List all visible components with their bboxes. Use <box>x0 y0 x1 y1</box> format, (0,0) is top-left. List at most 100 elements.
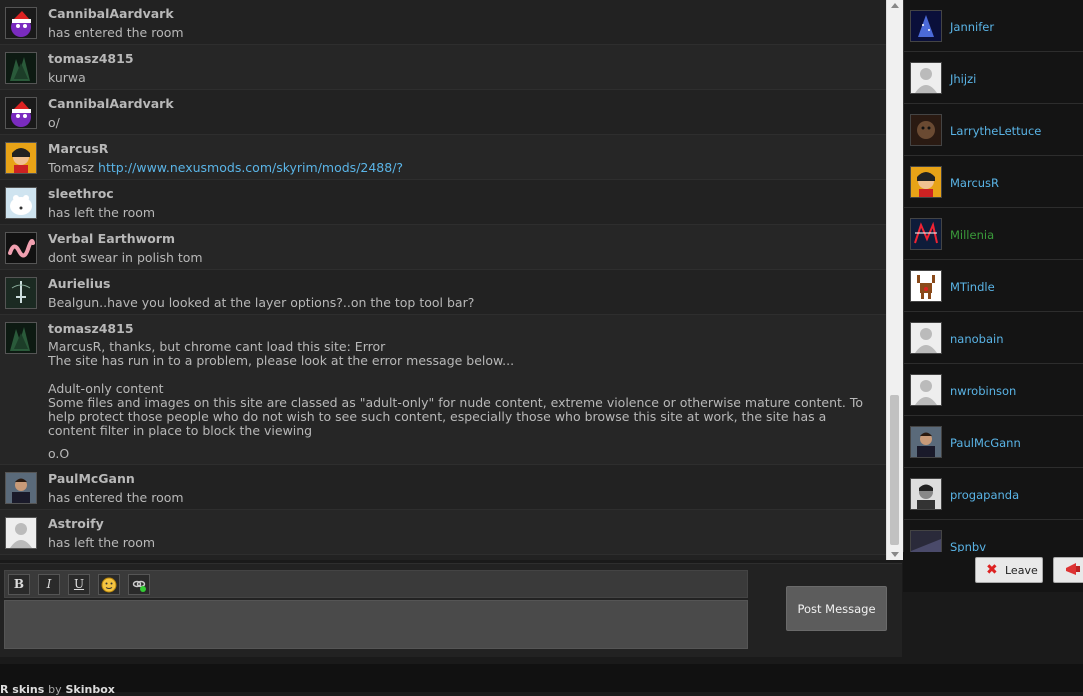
message-text: Tomasz http://www.nexusmods.com/skyrim/m… <box>48 160 886 175</box>
leave-button[interactable]: ✖ Leave <box>975 557 1043 583</box>
message-text-followup: o.O <box>48 446 70 461</box>
message-input[interactable] <box>4 600 748 649</box>
message-text: has entered the room <box>48 25 184 40</box>
worm-avatar[interactable] <box>5 232 37 264</box>
user-list-item[interactable]: MarcusR <box>904 156 1083 208</box>
footer-credit: R skins by Skinbox <box>0 683 115 696</box>
megaphone-icon <box>1066 563 1080 575</box>
dark-avatar <box>910 530 942 552</box>
dark-tree-avatar[interactable] <box>5 322 37 354</box>
chat-message: Aurielius Bealgun..have you looked at th… <box>0 270 886 315</box>
default-avatar <box>910 322 942 354</box>
dark-tree-avatar[interactable] <box>5 52 37 84</box>
message-text: has left the room <box>48 535 156 550</box>
link-icon <box>132 580 146 592</box>
compose-area: B I U Post Message <box>0 563 902 657</box>
message-text: has entered the room <box>48 490 184 505</box>
reindeer-avatar <box>910 270 942 302</box>
chat-message: tomasz4815 kurwa <box>0 45 886 90</box>
chat-messages-panel[interactable]: CannibalAardvark has entered the room to… <box>0 0 886 560</box>
message-author[interactable]: tomasz4815 <box>48 51 886 67</box>
message-author[interactable]: Astroify <box>48 516 886 532</box>
message-author[interactable]: tomasz4815 <box>48 321 886 337</box>
user-name[interactable]: progapanda <box>950 488 1019 502</box>
user-name[interactable]: nwrobinson <box>950 384 1016 398</box>
message-text: Bealgun..have you looked at the layer op… <box>48 295 475 310</box>
user-list-item[interactable]: nwrobinson <box>904 364 1083 416</box>
message-author[interactable]: CannibalAardvark <box>48 6 886 22</box>
user-name[interactable]: Millenia <box>950 228 994 242</box>
user-name[interactable]: Spnbv <box>950 540 986 552</box>
man-photo-avatar <box>910 426 942 458</box>
cartoon-face-avatar[interactable] <box>5 142 37 174</box>
user-list-item[interactable]: progapanda <box>904 468 1083 520</box>
message-author[interactable]: sleethroc <box>48 186 886 202</box>
scroll-down-arrow-icon[interactable] <box>891 552 899 557</box>
user-name[interactable]: nanobain <box>950 332 1004 346</box>
message-author[interactable]: MarcusR <box>48 141 886 157</box>
chat-message: Astroify has left the room <box>0 510 886 555</box>
scroll-up-arrow-icon[interactable] <box>891 3 899 8</box>
user-list-item[interactable]: Millenia <box>904 208 1083 260</box>
message-author[interactable]: CannibalAardvark <box>48 96 886 112</box>
post-message-button[interactable]: Post Message <box>786 586 887 631</box>
user-list-item[interactable]: PaulMcGann <box>904 416 1083 468</box>
user-list-item[interactable]: MTindle <box>904 260 1083 312</box>
chat-message: PaulMcGann has entered the room <box>0 465 886 510</box>
default-avatar <box>910 62 942 94</box>
user-name[interactable]: PaulMcGann <box>950 436 1021 450</box>
emoticon-button[interactable] <box>98 574 120 595</box>
megaphone-button[interactable] <box>1053 557 1083 583</box>
default-avatar <box>910 374 942 406</box>
purple-santa-avatar[interactable] <box>5 7 37 39</box>
bw-portrait-avatar <box>910 478 942 510</box>
user-list-item[interactable]: Jannifer <box>904 0 1083 52</box>
cartoon-face-avatar <box>910 166 942 198</box>
formatting-toolbar: B I U <box>4 570 748 598</box>
message-author[interactable]: Verbal Earthworm <box>48 231 886 247</box>
message-text: MarcusR, thanks, but chrome cant load th… <box>48 339 864 438</box>
user-name[interactable]: MarcusR <box>950 176 999 190</box>
user-list-item[interactable]: LarrytheLettuce <box>904 104 1083 156</box>
user-list-sidebar: Jannifer Jhijzi LarrytheLettuce MarcusR … <box>903 0 1083 552</box>
footer: R skins by Skinbox <box>0 664 1083 696</box>
bold-button[interactable]: B <box>8 574 30 595</box>
user-name[interactable]: Jhijzi <box>950 72 976 86</box>
polar-bear-avatar[interactable] <box>5 187 37 219</box>
message-text: o/ <box>48 115 60 130</box>
message-author[interactable]: PaulMcGann <box>48 471 886 487</box>
default-avatar[interactable] <box>5 517 37 549</box>
close-icon: ✖ <box>986 562 998 578</box>
sword-emblem-avatar[interactable] <box>5 277 37 309</box>
footer-author-link[interactable]: Skinbox <box>66 683 115 696</box>
user-list-item[interactable]: nanobain <box>904 312 1083 364</box>
user-name[interactable]: LarrytheLettuce <box>950 124 1041 138</box>
chat-scrollbar[interactable] <box>886 0 903 560</box>
message-author[interactable]: Aurielius <box>48 276 886 292</box>
user-name[interactable]: Jannifer <box>950 20 994 34</box>
user-name[interactable]: MTindle <box>950 280 995 294</box>
nms-logo-avatar <box>910 218 942 250</box>
footer-by: by <box>48 683 62 696</box>
scrollbar-thumb[interactable] <box>890 395 899 545</box>
chat-message: MarcusR Tomasz http://www.nexusmods.com/… <box>0 135 886 180</box>
dark-face-avatar <box>910 114 942 146</box>
sidebar-actions: ✖ Leave <box>903 552 1083 592</box>
message-text: dont swear in polish tom <box>48 250 203 265</box>
chat-message: Verbal Earthworm dont swear in polish to… <box>0 225 886 270</box>
message-text: has left the room <box>48 205 156 220</box>
man-photo-avatar[interactable] <box>5 472 37 504</box>
insert-link-button[interactable] <box>128 574 150 595</box>
message-link[interactable]: http://www.nexusmods.com/skyrim/mods/248… <box>98 160 403 175</box>
chat-message: CannibalAardvark has entered the room <box>0 0 886 45</box>
user-list-item[interactable]: Spnbv <box>904 520 1083 552</box>
user-list-item[interactable]: Jhijzi <box>904 52 1083 104</box>
footer-brand: R skins <box>0 683 45 696</box>
blue-tree-avatar <box>910 10 942 42</box>
message-text: kurwa <box>48 70 86 85</box>
purple-santa-avatar[interactable] <box>5 97 37 129</box>
italic-button[interactable]: I <box>38 574 60 595</box>
leave-label: Leave <box>1005 564 1038 577</box>
message-text-prefix: Tomasz <box>48 160 99 175</box>
underline-button[interactable]: U <box>68 574 90 595</box>
